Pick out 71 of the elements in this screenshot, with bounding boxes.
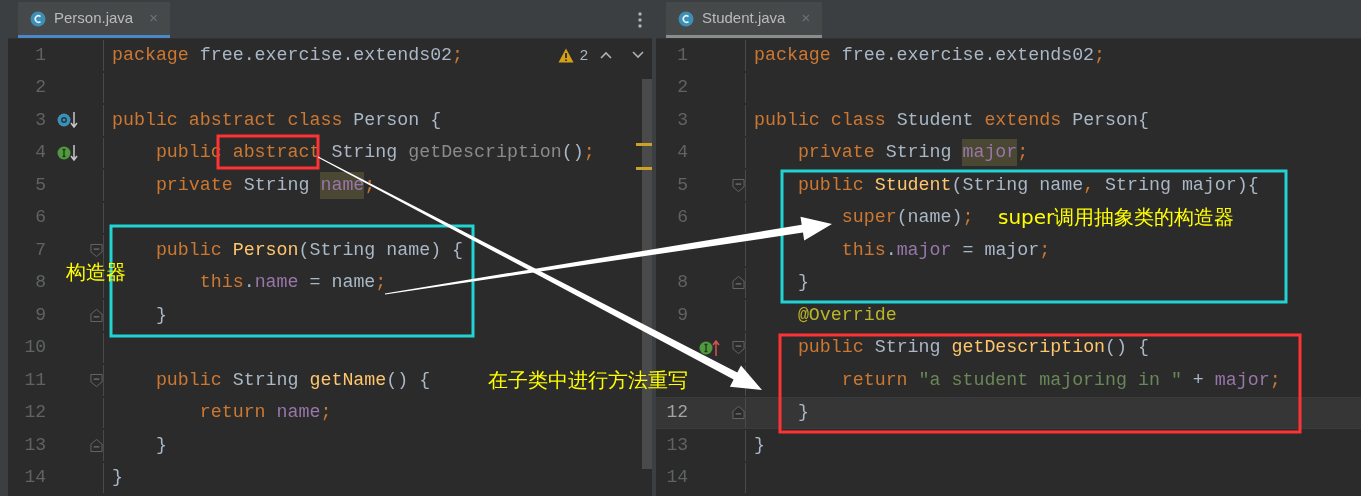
line-number: 10 (23, 336, 46, 360)
line-number: 3 (34, 108, 46, 132)
fold-marker-icon[interactable] (90, 372, 103, 388)
class-file-icon (30, 10, 46, 27)
code-line: return name; (198, 401, 332, 425)
line-number: 4 (34, 141, 46, 165)
line-number: 5 (34, 173, 46, 197)
fold-marker-icon[interactable] (732, 405, 745, 421)
code-line: private String name; (112, 171, 376, 199)
code-line: package free.exercise.extends02; (112, 43, 464, 67)
code-line: @Override (796, 303, 897, 327)
code-line: } (754, 433, 765, 457)
next-icon[interactable] (632, 51, 644, 60)
warning-count: 2 (579, 45, 588, 65)
code-line: } (796, 401, 809, 425)
editor-tab[interactable]: Person.java × (18, 2, 170, 38)
line-number: 14 (23, 466, 46, 490)
line-number: 11 (23, 368, 46, 392)
code-line: public Person(String name) { (154, 238, 464, 262)
interface-down-arrow-icon[interactable] (56, 142, 80, 163)
code-line: public abstract class Person { (112, 108, 442, 132)
tab-title: Student.java (702, 8, 786, 29)
code-line: } (112, 466, 123, 490)
code-line: } (154, 303, 167, 327)
code-line: } (796, 271, 809, 295)
line-number: 8 (676, 271, 688, 295)
annotation-label: 在子类中进行方法重写 (488, 367, 688, 394)
line-number: 6 (676, 206, 688, 230)
fold-marker-icon[interactable] (732, 177, 745, 193)
line-number: 6 (34, 206, 46, 230)
warning-icon[interactable] (557, 47, 574, 63)
code-line: public String getDescription() { (796, 336, 1149, 360)
line-number: 13 (665, 433, 688, 457)
interface-up-arrow-icon[interactable] (698, 337, 722, 358)
line-number: 1 (34, 43, 46, 67)
line-number: 8 (34, 271, 46, 295)
code-line: this.major = major; (840, 238, 1051, 262)
line-number: 14 (665, 466, 688, 490)
line-number: 9 (676, 303, 688, 327)
fold-marker-icon[interactable] (90, 307, 103, 323)
line-number: 12 (665, 401, 688, 425)
line-number: 2 (34, 76, 46, 100)
fold-marker-icon[interactable] (732, 340, 745, 356)
code-line: super(name); (840, 206, 974, 230)
line-number: 4 (676, 141, 688, 165)
line-number: 3 (676, 108, 688, 132)
tab-title: Person.java (54, 8, 134, 29)
line-number: 5 (676, 173, 688, 197)
previous-icon[interactable] (600, 51, 612, 60)
code-line: private String major; (754, 139, 1029, 167)
class-file-icon (678, 10, 694, 27)
code-line: public Student(String name, String major){ (796, 173, 1259, 197)
line-number: 7 (34, 238, 46, 262)
more-options-icon[interactable] (638, 12, 642, 28)
fold-marker-icon[interactable] (732, 275, 745, 291)
class-down-arrow-icon[interactable] (56, 110, 80, 131)
line-number: 9 (34, 303, 46, 327)
code-line: package free.exercise.extends02; (754, 43, 1106, 67)
fold-marker-icon[interactable] (90, 242, 103, 258)
editor-tab[interactable]: Student.java × (666, 2, 823, 38)
code-line: this.name = name; (198, 271, 387, 295)
fold-marker-icon[interactable] (90, 437, 103, 453)
code-line: } (154, 433, 167, 457)
line-number: 1 (676, 43, 688, 67)
line-number: 12 (23, 401, 46, 425)
line-number: 2 (676, 76, 688, 100)
annotation-label: super调用抽象类的构造器 (998, 204, 1235, 231)
code-line: public String getName() { (154, 368, 431, 392)
code-line: public class Student extends Person{ (754, 108, 1149, 132)
line-number: 13 (23, 433, 46, 457)
code-line: return "a student majoring in " + major; (840, 368, 1281, 392)
